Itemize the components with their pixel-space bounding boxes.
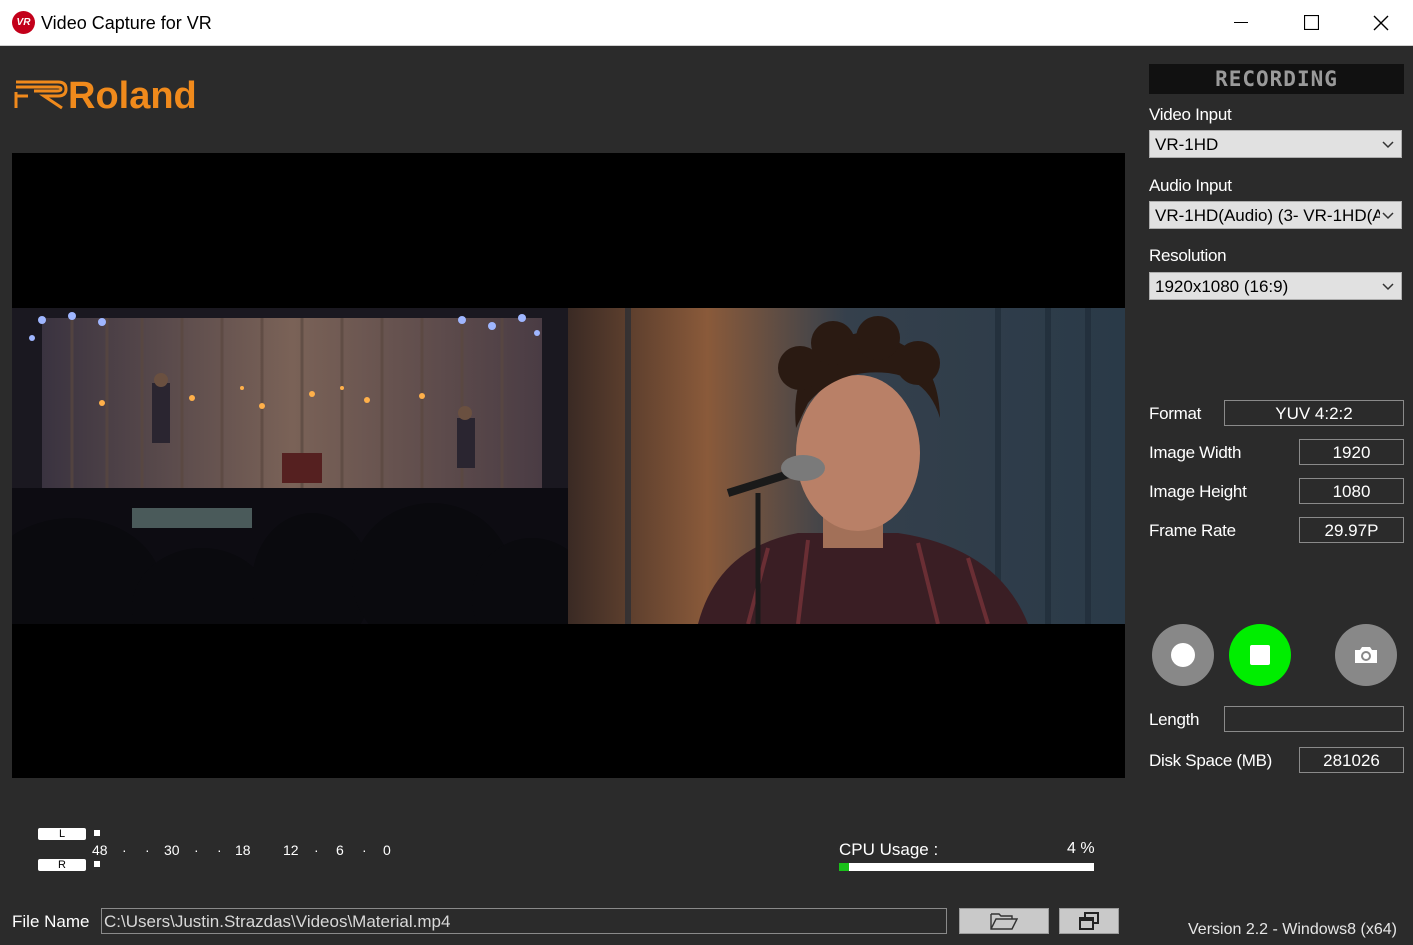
minimize-button[interactable]	[1206, 0, 1276, 45]
format-value: YUV 4:2:2	[1224, 400, 1404, 426]
scale-tick: 48	[92, 842, 108, 858]
length-value	[1224, 706, 1404, 732]
version-text: Version 2.2 - Windows8 (x64)	[1188, 921, 1397, 938]
video-input-value: VR-1HD	[1155, 135, 1219, 154]
stop-icon	[1250, 645, 1270, 665]
format-label: Format	[1149, 404, 1202, 423]
disk-space-value: 281026	[1299, 747, 1404, 773]
meter-right-indicator	[94, 861, 100, 867]
preview-closeup-shot	[568, 308, 1125, 624]
audio-input-select[interactable]: VR-1HD(Audio) (3- VR-1HD(Audio))	[1149, 201, 1402, 229]
scale-tick: ·	[194, 842, 199, 858]
close-icon	[1373, 15, 1389, 30]
scale-tick: ·	[145, 842, 150, 858]
resolution-value: 1920x1080 (16:9)	[1155, 277, 1289, 296]
video-input-label: Video Input	[1149, 105, 1232, 124]
window-mode-button[interactable]	[1059, 908, 1119, 934]
file-name-label: File Name	[12, 912, 90, 931]
chevron-down-icon	[1382, 273, 1394, 299]
meter-left-indicator	[94, 830, 100, 836]
snapshot-button[interactable]	[1335, 624, 1397, 686]
resolution-label: Resolution	[1149, 246, 1227, 265]
camera-icon	[1355, 647, 1377, 663]
cpu-usage-fill	[839, 863, 850, 871]
scale-tick: ·	[122, 842, 127, 858]
cpu-usage-value: 4 %	[1067, 840, 1095, 857]
roland-logo: Roland	[14, 75, 214, 117]
cpu-usage-bar	[839, 863, 1094, 871]
scale-tick: ·	[217, 842, 222, 858]
chevron-down-icon	[1382, 202, 1394, 228]
scale-tick: 6	[336, 842, 344, 858]
preview-wide-shot	[12, 308, 568, 624]
scale-tick: 12	[283, 842, 299, 858]
scale-tick: 30	[164, 842, 180, 858]
browse-folder-button[interactable]	[959, 908, 1049, 934]
scale-tick: ·	[314, 842, 319, 858]
disk-space-label: Disk Space (MB)	[1149, 751, 1273, 770]
audio-input-value: VR-1HD(Audio) (3- VR-1HD(Audio))	[1155, 206, 1380, 225]
title-bar: VR Video Capture for VR	[0, 0, 1413, 46]
cpu-usage-label: CPU Usage :	[839, 840, 939, 859]
length-label: Length	[1149, 710, 1200, 729]
maximize-icon	[1303, 15, 1319, 30]
svg-text:Roland: Roland	[68, 76, 197, 112]
meter-left-label: L	[38, 828, 86, 840]
image-height-label: Image Height	[1149, 482, 1247, 501]
meter-right-label: R	[38, 859, 86, 871]
folder-open-icon	[990, 913, 1018, 930]
image-width-label: Image Width	[1149, 443, 1242, 462]
restore-window-icon	[1079, 912, 1099, 930]
video-preview	[12, 153, 1125, 778]
scale-tick: 0	[383, 842, 391, 858]
scale-tick: ·	[362, 842, 367, 858]
window-title: Video Capture for VR	[41, 13, 212, 33]
audio-input-label: Audio Input	[1149, 176, 1232, 195]
scale-tick: 18	[235, 842, 251, 858]
record-icon	[1171, 643, 1195, 667]
image-width-value: 1920	[1299, 439, 1404, 465]
frame-rate-value: 29.97P	[1299, 517, 1404, 543]
app-icon: VR	[12, 11, 35, 34]
chevron-down-icon	[1382, 131, 1394, 157]
minimize-icon	[1234, 21, 1248, 23]
video-input-select[interactable]: VR-1HD	[1149, 130, 1402, 158]
file-name-input[interactable]: C:\Users\Justin.Strazdas\Videos\Material…	[101, 908, 947, 934]
image-height-value: 1080	[1299, 478, 1404, 504]
main-window: Roland RECORDING Video Input VR-1HD Audi…	[0, 46, 1413, 945]
frame-rate-label: Frame Rate	[1149, 521, 1236, 540]
maximize-button[interactable]	[1276, 0, 1346, 45]
stop-button[interactable]	[1229, 624, 1291, 686]
record-button[interactable]	[1152, 624, 1214, 686]
resolution-select[interactable]: 1920x1080 (16:9)	[1149, 272, 1402, 300]
close-button[interactable]	[1346, 0, 1413, 45]
recording-status: RECORDING	[1149, 64, 1404, 94]
